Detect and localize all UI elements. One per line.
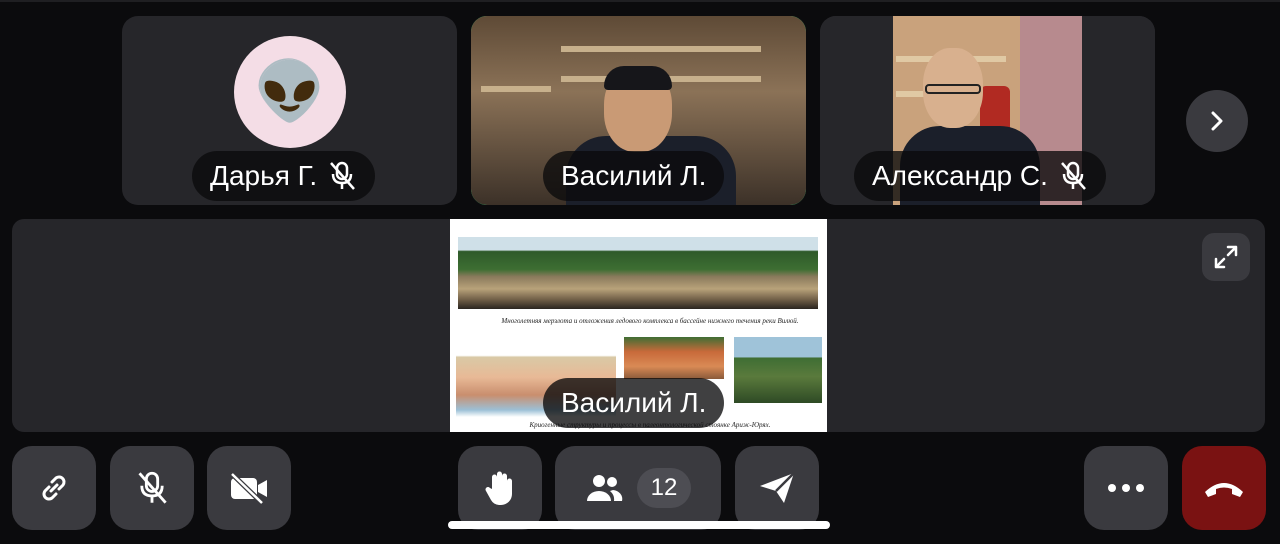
mic-off-icon <box>135 469 169 507</box>
microphone-toggle-button[interactable] <box>110 446 194 530</box>
participant-name-pill: Александр С. <box>854 151 1106 201</box>
alien-avatar-icon: 👽 <box>234 36 346 148</box>
participant-name: Василий Л. <box>561 160 707 191</box>
presenter-name: Василий Л. <box>561 387 707 418</box>
home-indicator[interactable] <box>448 521 830 529</box>
send-icon <box>758 471 796 505</box>
raise-hand-button[interactable] <box>458 446 542 530</box>
participant-tile-alexander[interactable]: Александр С. <box>820 16 1155 205</box>
next-participants-button[interactable] <box>1186 90 1248 152</box>
slide-caption-top: Многолетняя мерзлота и отложения ледовог… <box>501 317 799 325</box>
participant-name: Дарья Г. <box>210 160 318 191</box>
camera-off-icon <box>228 471 270 505</box>
send-button[interactable] <box>735 446 819 530</box>
people-icon <box>585 473 623 503</box>
participant-name-pill: Дарья Г. <box>192 151 376 201</box>
mic-off-icon <box>327 160 357 192</box>
aerial-photo <box>734 337 822 403</box>
chevron-right-icon <box>1206 110 1228 132</box>
cliff-photo <box>624 337 724 379</box>
expand-icon <box>1212 243 1240 271</box>
more-icon <box>1106 483 1146 493</box>
panorama-photo <box>458 237 818 309</box>
participant-name-pill: Василий Л. <box>543 151 725 201</box>
raise-hand-icon <box>483 469 517 507</box>
copy-link-button[interactable] <box>12 446 96 530</box>
participant-tile-vasily[interactable]: Василий Л. <box>471 16 806 205</box>
camera-toggle-button[interactable] <box>207 446 291 530</box>
more-options-button[interactable] <box>1084 446 1168 530</box>
participant-tile-darya[interactable]: 👽 Дарья Г. <box>122 16 457 205</box>
link-icon <box>36 470 72 506</box>
participant-name: Александр С. <box>872 160 1048 191</box>
participants-button[interactable]: 12 <box>555 446 721 530</box>
presenter-name-pill: Василий Л. <box>543 378 725 428</box>
status-bar-line <box>0 0 1280 2</box>
fullscreen-button[interactable] <box>1202 233 1250 281</box>
hang-up-icon <box>1202 478 1246 498</box>
end-call-button[interactable] <box>1182 446 1266 530</box>
participants-count-badge: 12 <box>637 468 691 508</box>
mic-off-icon <box>1058 160 1088 192</box>
